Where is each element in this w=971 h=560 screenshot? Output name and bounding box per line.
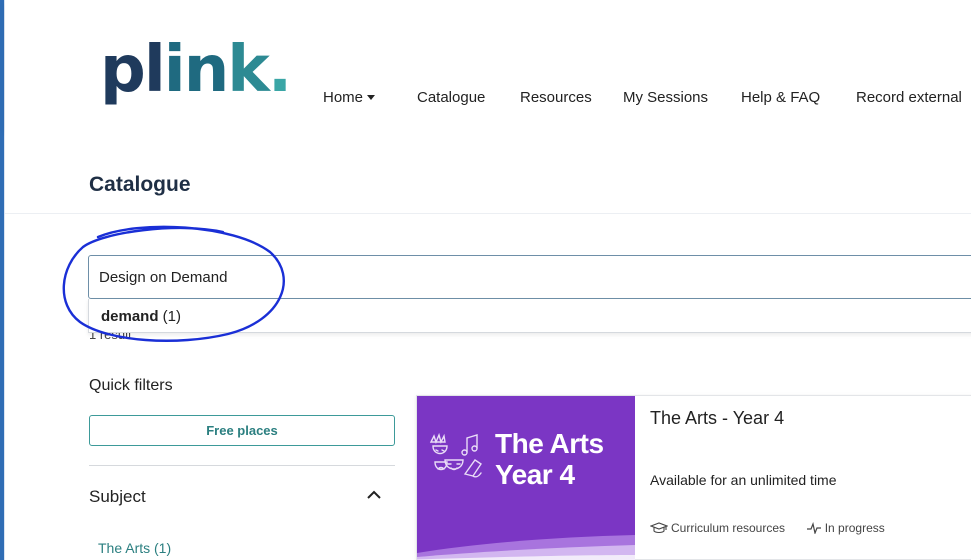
logo-part-3: k: [227, 33, 270, 107]
course-title[interactable]: The Arts - Year 4: [650, 408, 784, 429]
caret-down-icon: [367, 94, 376, 100]
free-places-button[interactable]: Free places: [89, 415, 395, 446]
logo-part-1: pl: [100, 33, 166, 107]
chevron-up-icon[interactable]: [366, 489, 382, 501]
nav-help-faq[interactable]: Help & FAQ: [741, 89, 820, 106]
logo-dot: .: [267, 33, 292, 107]
suggestion-count: (1): [158, 308, 182, 325]
nav-record-external[interactable]: Record external: [856, 89, 962, 106]
nav-home-label: Home: [323, 89, 364, 106]
thumbnail-title-line-2: Year 4: [495, 459, 575, 490]
sidebar-divider: [89, 465, 395, 466]
course-thumbnail: The Arts Year 4: [417, 396, 635, 560]
thumbnail-title-line-1: The Arts: [495, 428, 604, 459]
suggestion-item[interactable]: demand (1): [101, 308, 181, 325]
catalogue-search-input[interactable]: [99, 256, 959, 298]
logo-part-2: in: [163, 33, 229, 107]
subject-filter-heading[interactable]: Subject: [89, 487, 146, 507]
subject-item-the-arts[interactable]: The Arts (1): [98, 540, 171, 556]
site-header: plink. Home Catalogue Resources My Sessi…: [5, 0, 971, 130]
nav-resources[interactable]: Resources: [520, 89, 592, 106]
meta-resources: Curriculum resources: [671, 520, 786, 535]
nav-home[interactable]: Home: [323, 89, 376, 106]
nav-catalogue[interactable]: Catalogue: [417, 89, 485, 106]
page-title-band: Catalogue: [5, 130, 971, 214]
arts-masks-icon: [429, 432, 482, 478]
course-card[interactable]: The Arts Year 4 The Arts - Year 4 Availa…: [416, 395, 971, 560]
graduation-cap-icon: [650, 522, 668, 533]
catalogue-search-box[interactable]: [88, 255, 971, 299]
search-suggestions: demand (1): [88, 299, 971, 333]
suggestion-term: demand: [101, 308, 159, 325]
nav-my-sessions[interactable]: My Sessions: [623, 89, 708, 106]
thumbnail-wave: [417, 535, 635, 560]
meta-status: In progress: [824, 520, 885, 535]
activity-pulse-icon: [806, 521, 821, 534]
course-availability: Available for an unlimited time: [650, 472, 837, 488]
page-title: Catalogue: [89, 173, 191, 196]
plink-logo[interactable]: plink.: [100, 38, 292, 102]
quick-filters-label: Quick filters: [89, 377, 173, 394]
course-meta: Curriculum resources In progress: [650, 520, 885, 535]
